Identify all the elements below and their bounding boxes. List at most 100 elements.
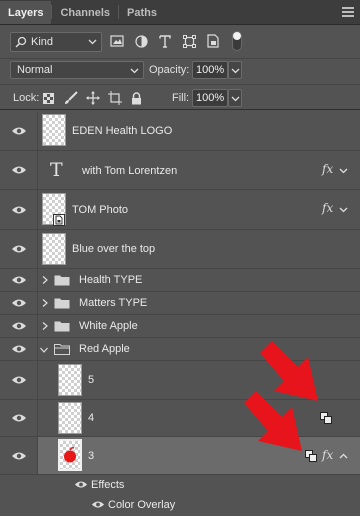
fill-input[interactable]: 100% (192, 89, 228, 107)
layer-name[interactable]: Red Apple (79, 343, 130, 355)
eye-icon (11, 376, 26, 384)
layer-row-with-tom-lorentzen[interactable]: T with Tom Lorentzen fx (0, 151, 360, 190)
tab-layers[interactable]: Layers (0, 1, 52, 24)
visibility-toggle[interactable] (0, 437, 38, 474)
eye-icon (11, 206, 26, 213)
fill-label: Fill: (172, 92, 190, 104)
visibility-toggle[interactable] (0, 190, 38, 229)
lock-transparent-pixels-icon[interactable] (40, 89, 57, 107)
smart-object-filter-icon[interactable] (204, 31, 222, 51)
layer-name[interactable]: Health TYPE (79, 274, 142, 286)
layer-thumbnail[interactable] (42, 233, 66, 265)
layer-group-white-apple[interactable]: White Apple (0, 315, 360, 338)
search-icon (15, 36, 27, 48)
eye-icon (11, 345, 26, 353)
lock-image-pixels-brush-icon[interactable] (62, 89, 79, 107)
layer-row-blue-over-the-top[interactable]: Blue over the top (0, 230, 360, 269)
adjustment-filter-icon[interactable] (132, 31, 150, 51)
chevron-down-icon (231, 68, 240, 74)
layer-row-tom-photo[interactable]: TOM Photo fx (0, 190, 360, 230)
visibility-toggle[interactable] (0, 151, 38, 189)
folder-icon (54, 321, 70, 332)
panel-tab-bar: Layers Channels Paths (0, 0, 360, 25)
layer-effects-fx-icon[interactable]: fx (322, 201, 333, 215)
eye-icon (11, 276, 26, 284)
type-filter-icon[interactable] (156, 31, 174, 51)
effects-eye-spacer (0, 475, 38, 495)
layer-group-matters-type[interactable]: Matters TYPE (0, 292, 360, 315)
lock-label: Lock: (13, 92, 40, 104)
layer-thumbnail[interactable] (42, 114, 66, 146)
filter-kind-select[interactable]: Kind (10, 32, 102, 52)
layer-name[interactable]: Matters TYPE (79, 297, 147, 309)
visibility-toggle[interactable] (0, 292, 38, 314)
eye-icon (11, 166, 26, 174)
layer-effects-fx-icon[interactable]: fx (322, 162, 333, 176)
chevron-down-icon[interactable] (339, 205, 348, 214)
chevron-right-icon[interactable] (41, 299, 49, 307)
chevron-down-icon (88, 39, 97, 45)
linked-smart-object-icon[interactable] (320, 412, 332, 424)
layer-row-eden-health-logo[interactable]: EDEN Health LOGO (0, 111, 360, 151)
layer-name[interactable]: 5 (88, 374, 94, 386)
layer-thumbnail[interactable] (58, 439, 82, 471)
eye-icon (11, 127, 26, 134)
folder-icon (54, 298, 70, 309)
shape-filter-icon[interactable] (180, 31, 198, 51)
layer-group-health-type[interactable]: Health TYPE (0, 269, 360, 292)
visibility-toggle[interactable] (0, 400, 38, 436)
tab-paths[interactable]: Paths (119, 1, 165, 24)
layer-thumbnail[interactable] (58, 402, 82, 434)
smart-object-badge-icon (53, 214, 65, 226)
lock-position-move-icon[interactable] (84, 89, 101, 107)
eye-icon[interactable] (74, 480, 88, 489)
eye-icon (11, 414, 26, 422)
filter-toggle-icon[interactable] (232, 31, 242, 51)
layer-name[interactable]: 3 (88, 450, 94, 462)
eye-icon (11, 299, 26, 307)
eye-icon[interactable] (91, 500, 105, 509)
layer-name[interactable]: Blue over the top (72, 243, 155, 255)
layer-name[interactable]: with Tom Lorentzen (82, 165, 177, 177)
visibility-toggle[interactable] (0, 338, 38, 360)
panel-menu-icon[interactable] (342, 7, 354, 19)
layer-name[interactable]: 4 (88, 412, 94, 424)
opacity-input[interactable]: 100% (192, 61, 228, 79)
tab-channels[interactable]: Channels (52, 1, 118, 24)
blend-mode-select[interactable]: Normal (10, 61, 144, 79)
chevron-down-icon (130, 68, 139, 74)
visibility-toggle[interactable] (0, 361, 38, 399)
visibility-toggle[interactable] (0, 230, 38, 268)
visibility-toggle[interactable] (0, 111, 38, 150)
layer-thumbnail[interactable] (58, 364, 82, 396)
chevron-up-icon[interactable] (339, 452, 348, 461)
color-overlay-row[interactable]: Color Overlay (0, 495, 360, 516)
layers-list: EDEN Health LOGO T with Tom Lorentzen fx… (0, 111, 360, 516)
opacity-dropdown[interactable] (228, 61, 242, 79)
eye-icon (11, 322, 26, 330)
layer-name[interactable]: TOM Photo (72, 204, 128, 216)
folder-open-icon (54, 344, 70, 355)
red-apple-thumbnail-icon (64, 447, 76, 463)
layer-name[interactable]: EDEN Health LOGO (72, 125, 172, 137)
fill-dropdown[interactable] (228, 89, 242, 107)
layer-filter-row: Kind (0, 28, 360, 56)
chevron-down-icon (231, 96, 240, 102)
effects-row[interactable]: Effects (0, 475, 360, 495)
chevron-down-icon[interactable] (40, 346, 48, 354)
lock-artboard-icon[interactable] (106, 89, 123, 107)
blend-row: Normal Opacity: 100% (0, 58, 360, 82)
visibility-toggle[interactable] (0, 269, 38, 291)
eye-icon (11, 245, 26, 253)
eye-icon (11, 452, 26, 459)
lock-row: Lock: Fill: 100% (0, 84, 360, 110)
layer-effects-fx-icon[interactable]: fx (322, 448, 333, 462)
chevron-right-icon[interactable] (41, 276, 49, 284)
layer-name[interactable]: White Apple (79, 320, 138, 332)
chevron-right-icon[interactable] (41, 322, 49, 330)
visibility-toggle[interactable] (0, 315, 38, 337)
filter-kind-label: Kind (31, 36, 54, 48)
chevron-down-icon[interactable] (339, 166, 348, 175)
pixel-filter-icon[interactable] (108, 31, 126, 51)
lock-all-icon[interactable] (128, 89, 145, 107)
